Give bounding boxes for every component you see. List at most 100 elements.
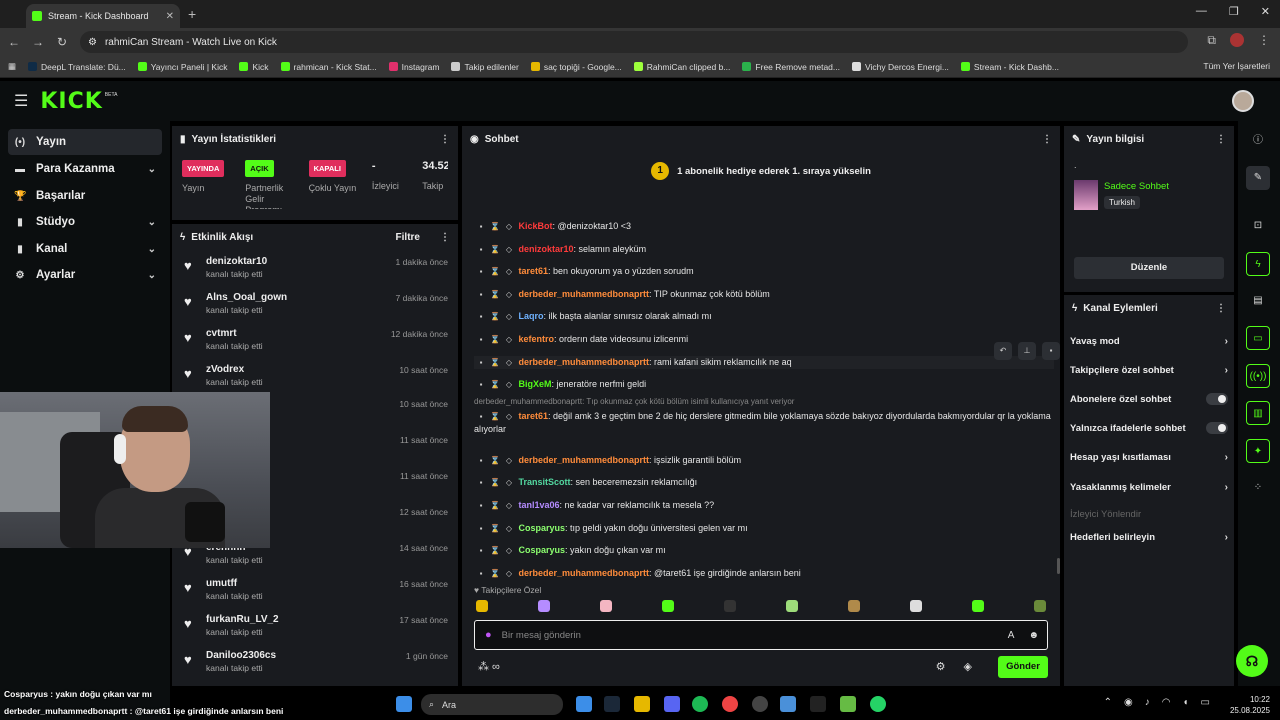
activity-row[interactable]: ♥ Daniloo2306cs kanalı takip etti 1 gün önc… bbox=[182, 648, 452, 678]
layers-icon[interactable]: ▥ bbox=[1246, 401, 1270, 425]
chat-message[interactable]: ▪ ⌛ ◇ denizoktar10: selamın aleyküm bbox=[474, 243, 1054, 256]
reply-icon[interactable]: ↶ bbox=[994, 342, 1012, 360]
activity-username[interactable]: cvtmrt bbox=[206, 328, 237, 339]
microphone-icon[interactable]: ● bbox=[485, 629, 492, 641]
target-icon[interactable]: ⊡ bbox=[1246, 214, 1270, 238]
user-avatar[interactable] bbox=[1232, 90, 1254, 112]
channel-action-row[interactable]: Hedefleri belirleyin › bbox=[1070, 529, 1228, 545]
more-options-icon[interactable]: ⋮ bbox=[440, 134, 450, 145]
timeout-icon[interactable]: ⌛ bbox=[488, 499, 502, 512]
sidebar-item-basarilar[interactable]: 🏆 Başarılar bbox=[8, 183, 162, 209]
chat-username[interactable]: denizoktar10 bbox=[519, 244, 574, 254]
chat-username[interactable]: TransitScott bbox=[519, 477, 571, 487]
bookmark[interactable]: Kick bbox=[239, 62, 269, 72]
clock[interactable]: 10:22 25.08.2025 bbox=[1230, 694, 1270, 716]
chat-username[interactable]: derbeder_muhammedbonaprtt bbox=[519, 357, 650, 367]
shield-icon[interactable]: ◇ bbox=[502, 476, 516, 489]
chat-message[interactable]: ▪ ⌛ ◇ BigXeM: jeneratöre nerfmi geldi bbox=[474, 378, 1054, 391]
shield-icon[interactable]: ◇ bbox=[502, 378, 516, 391]
delete-icon[interactable]: ▪ bbox=[1042, 342, 1060, 360]
shield-icon[interactable]: ◇ bbox=[502, 310, 516, 323]
sidebar-item-kanal[interactable]: ▮ Kanal ⌄ bbox=[8, 236, 162, 262]
timeout-icon[interactable]: ⌛ bbox=[488, 310, 502, 323]
menu-icon[interactable]: ⋮ bbox=[1258, 33, 1270, 48]
capcut-icon[interactable] bbox=[810, 696, 826, 712]
bookmark[interactable]: saç topiği - Google... bbox=[530, 62, 622, 72]
chat-message[interactable]: ▪ ⌛ ◇ KickBot: @denizoktar10 <3 bbox=[474, 220, 1054, 233]
timeout-icon[interactable]: ⌛ bbox=[488, 288, 502, 301]
address-bar[interactable]: ⚙ rahmiCan Stream - Watch Live on Kick bbox=[80, 31, 1188, 53]
sidebar-item-yayin[interactable]: (•) Yayın bbox=[8, 129, 162, 155]
timeout-icon[interactable]: ⌛ bbox=[488, 220, 502, 233]
emote-icon[interactable] bbox=[476, 600, 488, 612]
shield-icon[interactable]: ◇ bbox=[502, 265, 516, 278]
site-info-icon[interactable]: ⚙ bbox=[88, 37, 97, 48]
emote-icon[interactable] bbox=[910, 600, 922, 612]
chrome-icon[interactable] bbox=[722, 696, 738, 712]
kick-logo[interactable]: KICK bbox=[40, 89, 102, 114]
bookmark[interactable]: Takip edilenler bbox=[451, 62, 519, 72]
chat-icon[interactable]: ▭ bbox=[1246, 326, 1270, 350]
activity-row[interactable]: ♥ umutff kanalı takip etti 16 saat önce bbox=[182, 576, 452, 606]
bookmark[interactable]: Stream - Kick Dashb... bbox=[960, 62, 1059, 72]
app-icon[interactable] bbox=[780, 696, 796, 712]
close-tab-icon[interactable]: ✕ bbox=[166, 11, 174, 22]
edit-icon[interactable]: ✎ bbox=[1246, 166, 1270, 190]
delete-icon[interactable]: ▪ bbox=[474, 544, 488, 557]
shield-icon[interactable]: ◇ bbox=[502, 544, 516, 557]
channel-action-row[interactable]: Yavaş mod › bbox=[1070, 333, 1228, 349]
windows-start-icon[interactable] bbox=[396, 696, 412, 712]
chat-message[interactable]: ▪ ⌛ ◇ taret61: değil amk 3 e geçtim bne 2 … bbox=[474, 410, 1054, 436]
extensions-icon[interactable]: ⧉ bbox=[1207, 33, 1216, 48]
activity-row[interactable]: ♥ cvtmrt kanalı takip etti 12 dakika önce bbox=[182, 326, 452, 356]
apps-icon[interactable]: ⁘ bbox=[1246, 476, 1270, 500]
shield-icon[interactable]: ◇ bbox=[502, 522, 516, 535]
chat-username[interactable]: derbeder_muhammedbonaprtt bbox=[519, 289, 650, 299]
bookmark[interactable]: Yayıncı Paneli | Kick bbox=[137, 62, 227, 72]
chat-message[interactable]: ▪ ⌛ ◇ Laqro: ilk başta alanlar sınırsız ol… bbox=[474, 310, 1054, 323]
more-options-icon[interactable]: ⋮ bbox=[1216, 134, 1226, 145]
battery-icon[interactable]: ▭ bbox=[1201, 697, 1210, 708]
shield-icon[interactable]: ◇ bbox=[502, 567, 516, 580]
gear-icon[interactable]: ⚙ bbox=[936, 660, 946, 673]
new-tab-icon[interactable]: + bbox=[188, 6, 196, 22]
activity-username[interactable]: umutff bbox=[206, 578, 237, 589]
delete-icon[interactable]: ▪ bbox=[474, 220, 488, 233]
emote-icon[interactable] bbox=[848, 600, 860, 612]
delete-icon[interactable]: ▪ bbox=[474, 499, 488, 512]
bolt-icon[interactable]: ϟ bbox=[1246, 252, 1270, 276]
back-icon[interactable]: ← bbox=[2, 35, 26, 49]
steam-icon[interactable] bbox=[604, 696, 620, 712]
chat-message[interactable]: ▪ ⌛ ◇ derbeder_muhammedbonaprtt: rami kafa… bbox=[474, 356, 1054, 369]
delete-icon[interactable]: ▪ bbox=[474, 356, 488, 369]
chat-message[interactable]: ▪ ⌛ ◇ Cosparyus: yakın doğu çıkan var mı bbox=[474, 544, 1054, 557]
steam-tray-icon[interactable]: ◉ bbox=[1124, 697, 1133, 708]
wifi-icon[interactable]: ◠ bbox=[1162, 697, 1171, 708]
activity-username[interactable]: zVodrex bbox=[206, 364, 244, 375]
bookmark[interactable]: RahmiCan clipped b... bbox=[633, 62, 730, 72]
support-chat-icon[interactable]: ☊ bbox=[1236, 645, 1268, 677]
timeout-icon[interactable]: ⌛ bbox=[488, 410, 502, 423]
sidebar-item-studyo[interactable]: ▮ Stüdyo ⌄ bbox=[8, 209, 162, 235]
more-options-icon[interactable]: ⋮ bbox=[1042, 134, 1052, 145]
whatsapp-icon[interactable] bbox=[870, 696, 886, 712]
shield-icon[interactable]: ◇ bbox=[502, 220, 516, 233]
emote-icon[interactable] bbox=[972, 600, 984, 612]
discord-icon[interactable] bbox=[664, 696, 680, 712]
activity-username[interactable]: Alns_Ooal_gown bbox=[206, 292, 287, 303]
pin-icon[interactable]: ⊥ bbox=[1018, 342, 1036, 360]
shield-icon[interactable]: ◇ bbox=[502, 410, 516, 423]
chat-username[interactable]: Cosparyus bbox=[519, 523, 566, 533]
chat-input[interactable]: ● Bir mesaj gönderin A ☻ bbox=[474, 620, 1048, 650]
delete-icon[interactable]: ▪ bbox=[474, 522, 488, 535]
bookmark[interactable]: Instagram bbox=[388, 62, 439, 72]
shield-icon[interactable]: ◇ bbox=[502, 454, 516, 467]
delete-icon[interactable]: ▪ bbox=[474, 567, 488, 580]
emote-icon[interactable] bbox=[662, 600, 674, 612]
timeout-icon[interactable]: ⌛ bbox=[488, 243, 502, 256]
chat-username[interactable]: Cosparyus bbox=[519, 545, 566, 555]
hamburger-menu-icon[interactable]: ☰ bbox=[14, 91, 28, 111]
translate-icon[interactable]: A bbox=[1008, 630, 1015, 641]
browser-tab[interactable]: Stream - Kick Dashboard ✕ bbox=[26, 4, 180, 28]
channel-action-row[interactable]: Takipçilere özel sohbet › bbox=[1070, 362, 1228, 378]
